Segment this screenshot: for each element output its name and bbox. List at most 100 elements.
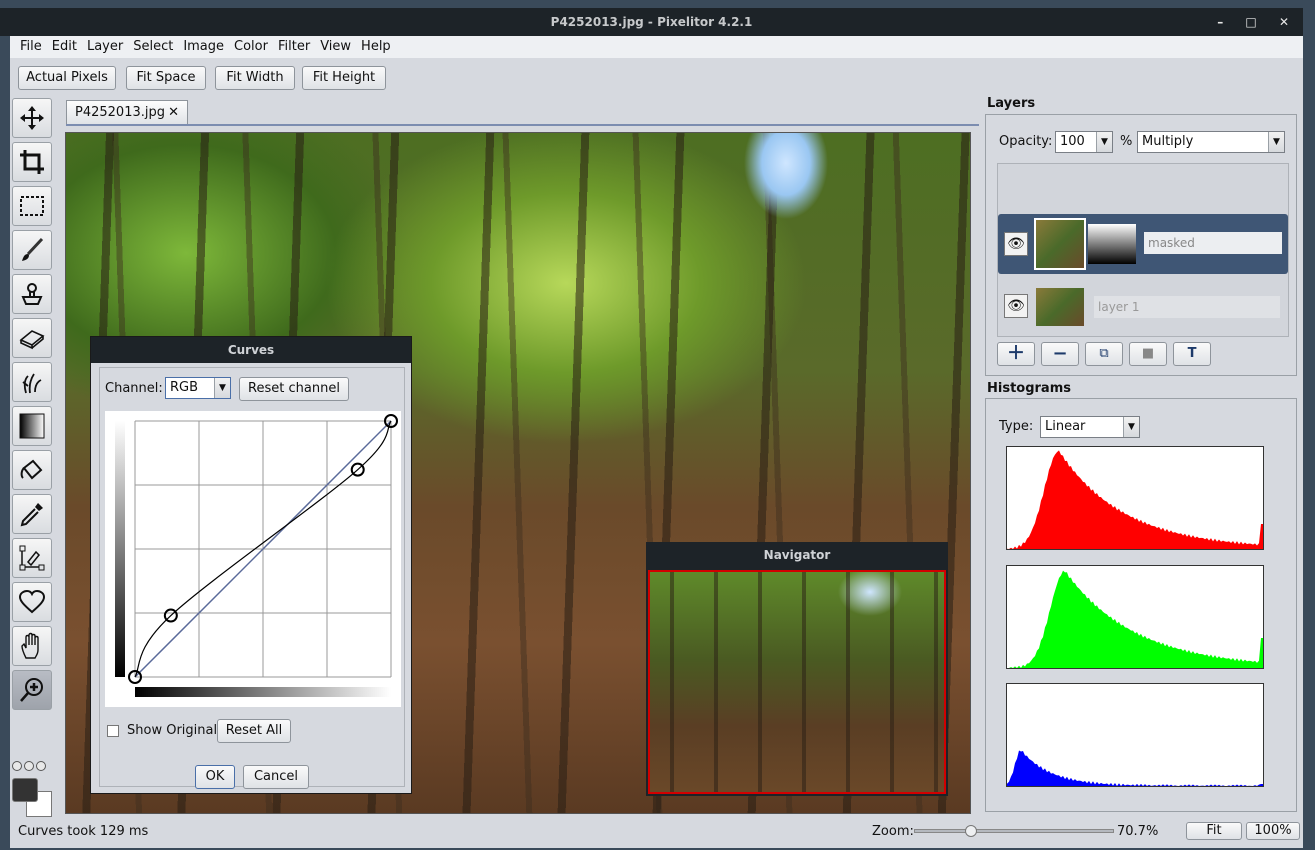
blend-mode-select[interactable]: Multiply ▼ [1137, 131, 1285, 153]
chevron-down-icon: ▼ [214, 378, 230, 398]
curves-dialog-title: Curves [91, 337, 411, 363]
add-layer-icon[interactable]: ＋ [997, 342, 1035, 366]
menu-file[interactable]: File [10, 36, 46, 54]
zoom-value: 70.7% [1117, 824, 1159, 839]
green-histogram [1006, 565, 1264, 669]
channel-value: RGB [170, 380, 199, 395]
pen-tool-icon[interactable] [12, 538, 52, 578]
actual-pixels-button[interactable]: Actual Pixels [18, 66, 116, 90]
layer-name[interactable]: layer 1 [1094, 296, 1280, 318]
green-histogram-shape [1007, 570, 1263, 668]
close-window-button[interactable]: ✕ [1279, 8, 1289, 36]
brush-tool-icon[interactable] [12, 230, 52, 270]
zoom-label: Zoom: [872, 824, 914, 839]
layer-mask-thumbnail [1088, 224, 1136, 264]
eraser-tool-icon[interactable] [12, 318, 52, 358]
chevron-down-icon: ▼ [1096, 132, 1112, 152]
menu-view[interactable]: View [314, 36, 355, 54]
show-original-label: Show Original [127, 723, 218, 738]
histograms-title: Histograms [987, 381, 1071, 396]
opacity-label: Opacity: [999, 134, 1053, 149]
red-histogram-shape [1007, 450, 1263, 549]
delete-layer-icon[interactable]: − [1041, 342, 1079, 366]
menu-filter[interactable]: Filter [272, 36, 314, 54]
menu-help[interactable]: Help [355, 36, 395, 54]
reset-channel-button[interactable]: Reset channel [239, 377, 349, 401]
window-titlebar: P4252013.jpg - Pixelitor 4.2.1 – □ ✕ [0, 8, 1303, 36]
color-dots [12, 760, 46, 775]
horizontal-gradient-bar [135, 687, 391, 697]
histogram-type-select[interactable]: Linear ▼ [1040, 416, 1140, 438]
cancel-button[interactable]: Cancel [243, 765, 309, 789]
menu-select[interactable]: Select [127, 36, 177, 54]
selection-tool-icon[interactable] [12, 186, 52, 226]
histogram-type-label: Type: [999, 419, 1034, 434]
channel-label: Channel: [105, 381, 163, 396]
navigator-title: Navigator [646, 542, 948, 568]
crop-tool-icon[interactable] [12, 142, 52, 182]
maximize-button[interactable]: □ [1245, 8, 1256, 36]
fit-button[interactable]: Fit [1186, 822, 1242, 840]
histogram-type-value: Linear [1045, 419, 1086, 434]
navigator-viewport[interactable] [648, 570, 946, 794]
add-mask-icon[interactable]: ■ [1129, 342, 1167, 366]
reset-all-button[interactable]: Reset All [217, 719, 291, 743]
zoom-slider[interactable] [914, 825, 1114, 837]
app-window: File Edit Layer Select Image Color Filter View H… [10, 36, 1303, 848]
text-layer-icon[interactable]: T [1173, 342, 1211, 366]
zoom-slider-thumb[interactable] [965, 825, 977, 837]
window-title: P4252013.jpg - Pixelitor 4.2.1 [550, 15, 753, 29]
menu-layer[interactable]: Layer [81, 36, 127, 54]
zoom-tool-icon[interactable] [12, 670, 52, 710]
zoom-100-button[interactable]: 100% [1246, 822, 1300, 840]
blue-histogram-shape [1007, 750, 1263, 786]
vertical-gradient-bar [115, 421, 125, 677]
image-tab[interactable]: P4252013.jpg ✕ [66, 100, 188, 124]
menu-edit[interactable]: Edit [46, 36, 81, 54]
menu-color[interactable]: Color [228, 36, 272, 54]
layer-row[interactable]: 👁 layer 1 [998, 282, 1288, 332]
layers-list: 👁 masked 👁 layer 1 [997, 163, 1289, 337]
toolbox [12, 98, 54, 714]
channel-select[interactable]: RGB ▼ [165, 377, 231, 399]
eye-icon[interactable]: 👁 [1004, 294, 1028, 318]
image-tab-title: P4252013.jpg [75, 105, 165, 120]
chevron-down-icon: ▼ [1123, 417, 1139, 437]
menu-image[interactable]: Image [177, 36, 228, 54]
close-tab-icon[interactable]: ✕ [168, 101, 179, 125]
percent-label: % [1120, 134, 1133, 149]
fit-space-button[interactable]: Fit Space [126, 66, 206, 90]
curve-graph[interactable] [105, 411, 401, 707]
blue-histogram [1006, 683, 1264, 787]
show-original-checkbox[interactable] [107, 725, 119, 737]
chevron-down-icon: ▼ [1268, 132, 1284, 152]
color-picker-tool-icon[interactable] [12, 494, 52, 534]
shapes-tool-icon[interactable] [12, 582, 52, 622]
move-tool-icon[interactable] [12, 98, 52, 138]
opacity-input[interactable]: 100 ▼ [1055, 131, 1113, 153]
tab-underline [66, 124, 979, 126]
clone-tool-icon[interactable] [12, 274, 52, 314]
ok-button[interactable]: OK [195, 765, 235, 789]
paint-bucket-tool-icon[interactable] [12, 450, 52, 490]
hand-tool-icon[interactable] [12, 626, 52, 666]
layer-thumbnail [1036, 288, 1084, 326]
smudge-tool-icon[interactable] [12, 362, 52, 402]
eye-icon[interactable]: 👁 [1004, 232, 1028, 256]
status-bar: Curves took 129 ms Zoom: 70.7% Fit 100% [10, 818, 1303, 848]
minimize-button[interactable]: – [1217, 8, 1223, 36]
foreground-color-swatch[interactable] [12, 778, 38, 802]
curve-editor[interactable] [105, 411, 401, 707]
curves-dialog: Curves Channel: RGB ▼ Reset channel Show… [90, 336, 412, 794]
red-histogram [1006, 446, 1264, 550]
layer-name[interactable]: masked [1144, 232, 1282, 254]
fit-height-button[interactable]: Fit Height [302, 66, 386, 90]
layers-title: Layers [987, 96, 1036, 111]
fit-width-button[interactable]: Fit Width [215, 66, 295, 90]
gradient-tool-icon[interactable] [12, 406, 52, 446]
layer-thumbnail [1034, 218, 1086, 270]
duplicate-layer-icon[interactable]: ⧉ [1085, 342, 1123, 366]
status-message: Curves took 129 ms [18, 824, 149, 839]
opacity-value: 100 [1060, 134, 1085, 149]
layer-row[interactable]: 👁 masked [998, 214, 1288, 274]
